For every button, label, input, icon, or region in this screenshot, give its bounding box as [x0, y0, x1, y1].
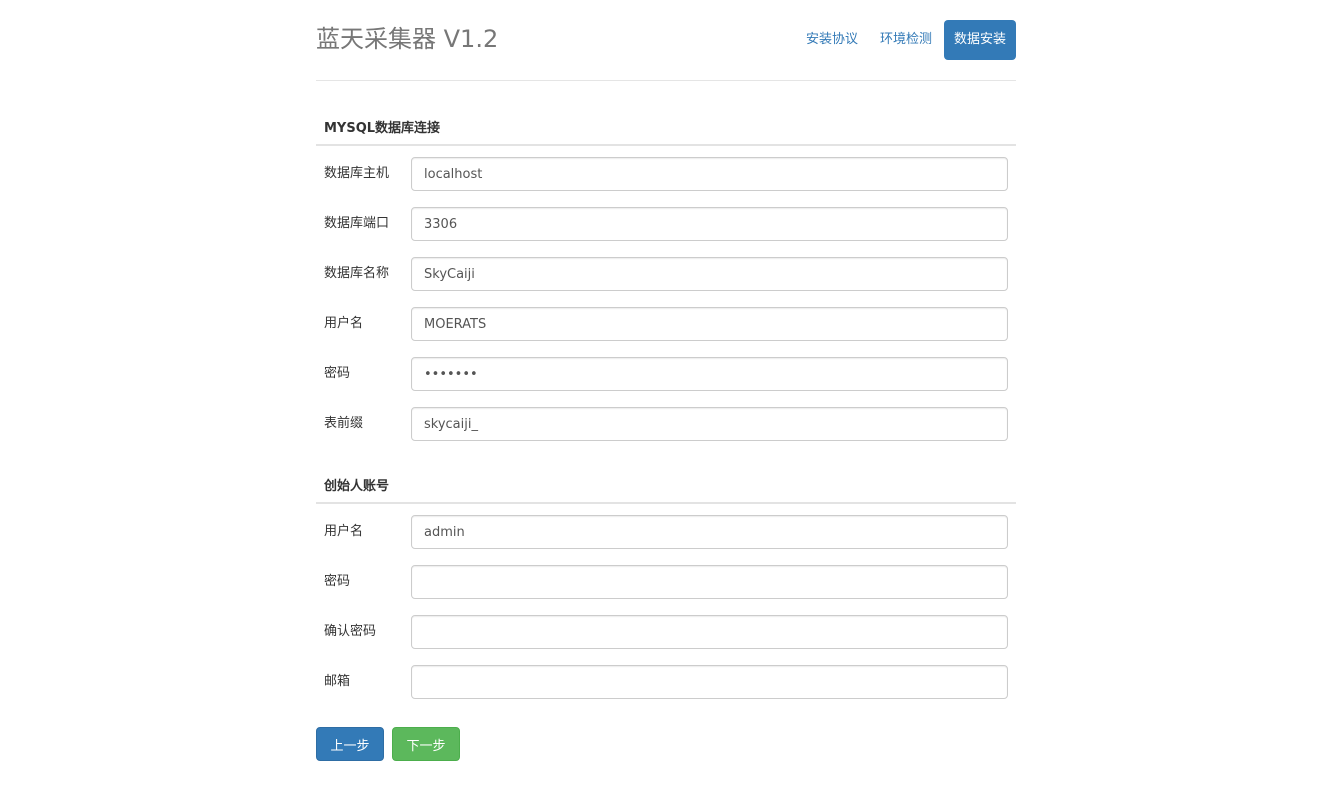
- founder-section-title: 创始人账号: [316, 474, 1016, 504]
- db-host-label: 数据库主机: [324, 166, 390, 181]
- db-name-label: 数据库名称: [324, 266, 390, 281]
- db-port-label: 数据库端口: [324, 216, 390, 231]
- founder-email-input[interactable]: [411, 665, 1008, 699]
- db-name-row: 数据库名称: [316, 257, 1016, 291]
- db-prefix-label: 表前缀: [324, 416, 364, 431]
- db-user-label: 用户名: [324, 316, 364, 331]
- db-host-input[interactable]: [411, 157, 1008, 191]
- founder-user-label: 用户名: [324, 524, 364, 539]
- db-name-input[interactable]: [411, 257, 1008, 291]
- founder-password-label: 密码: [324, 574, 351, 589]
- db-prefix-row: 表前缀: [316, 407, 1016, 441]
- step-nav: 安装协议 环境检测 数据安装: [794, 20, 1016, 60]
- prev-step-button[interactable]: 上一步: [316, 727, 384, 761]
- db-user-row: 用户名: [316, 307, 1016, 341]
- mysql-section-title: MYSQL数据库连接: [316, 116, 1016, 146]
- founder-confirm-label: 确认密码: [324, 624, 377, 639]
- db-port-row: 数据库端口: [316, 207, 1016, 241]
- founder-user-input[interactable]: [411, 515, 1008, 549]
- tab-install-agreement[interactable]: 安装协议: [796, 20, 868, 60]
- db-password-label: 密码: [324, 366, 351, 381]
- tab-data-install[interactable]: 数据安装: [943, 20, 1016, 60]
- founder-email-row: 邮箱: [316, 665, 1016, 699]
- db-user-input[interactable]: [411, 307, 1008, 341]
- db-password-input[interactable]: [411, 357, 1008, 391]
- install-container: 蓝天采集器 V1.2 安装协议 环境检测 数据安装 MYSQL数据库连接 数据库…: [316, 0, 1016, 761]
- page-header: 蓝天采集器 V1.2 安装协议 环境检测 数据安装: [316, 0, 1016, 81]
- next-step-button[interactable]: 下一步: [392, 727, 460, 761]
- founder-confirm-input[interactable]: [411, 615, 1008, 649]
- tab-environment-check[interactable]: 环境检测: [870, 20, 942, 60]
- founder-email-label: 邮箱: [324, 674, 351, 689]
- founder-password-row: 密码: [316, 565, 1016, 599]
- db-password-row: 密码: [316, 357, 1016, 391]
- db-port-input[interactable]: [411, 207, 1008, 241]
- db-prefix-input[interactable]: [411, 407, 1008, 441]
- founder-user-row: 用户名: [316, 515, 1016, 549]
- app-title: 蓝天采集器 V1.2: [316, 25, 499, 53]
- founder-password-input[interactable]: [411, 565, 1008, 599]
- db-host-row: 数据库主机: [316, 157, 1016, 191]
- founder-confirm-row: 确认密码: [316, 615, 1016, 649]
